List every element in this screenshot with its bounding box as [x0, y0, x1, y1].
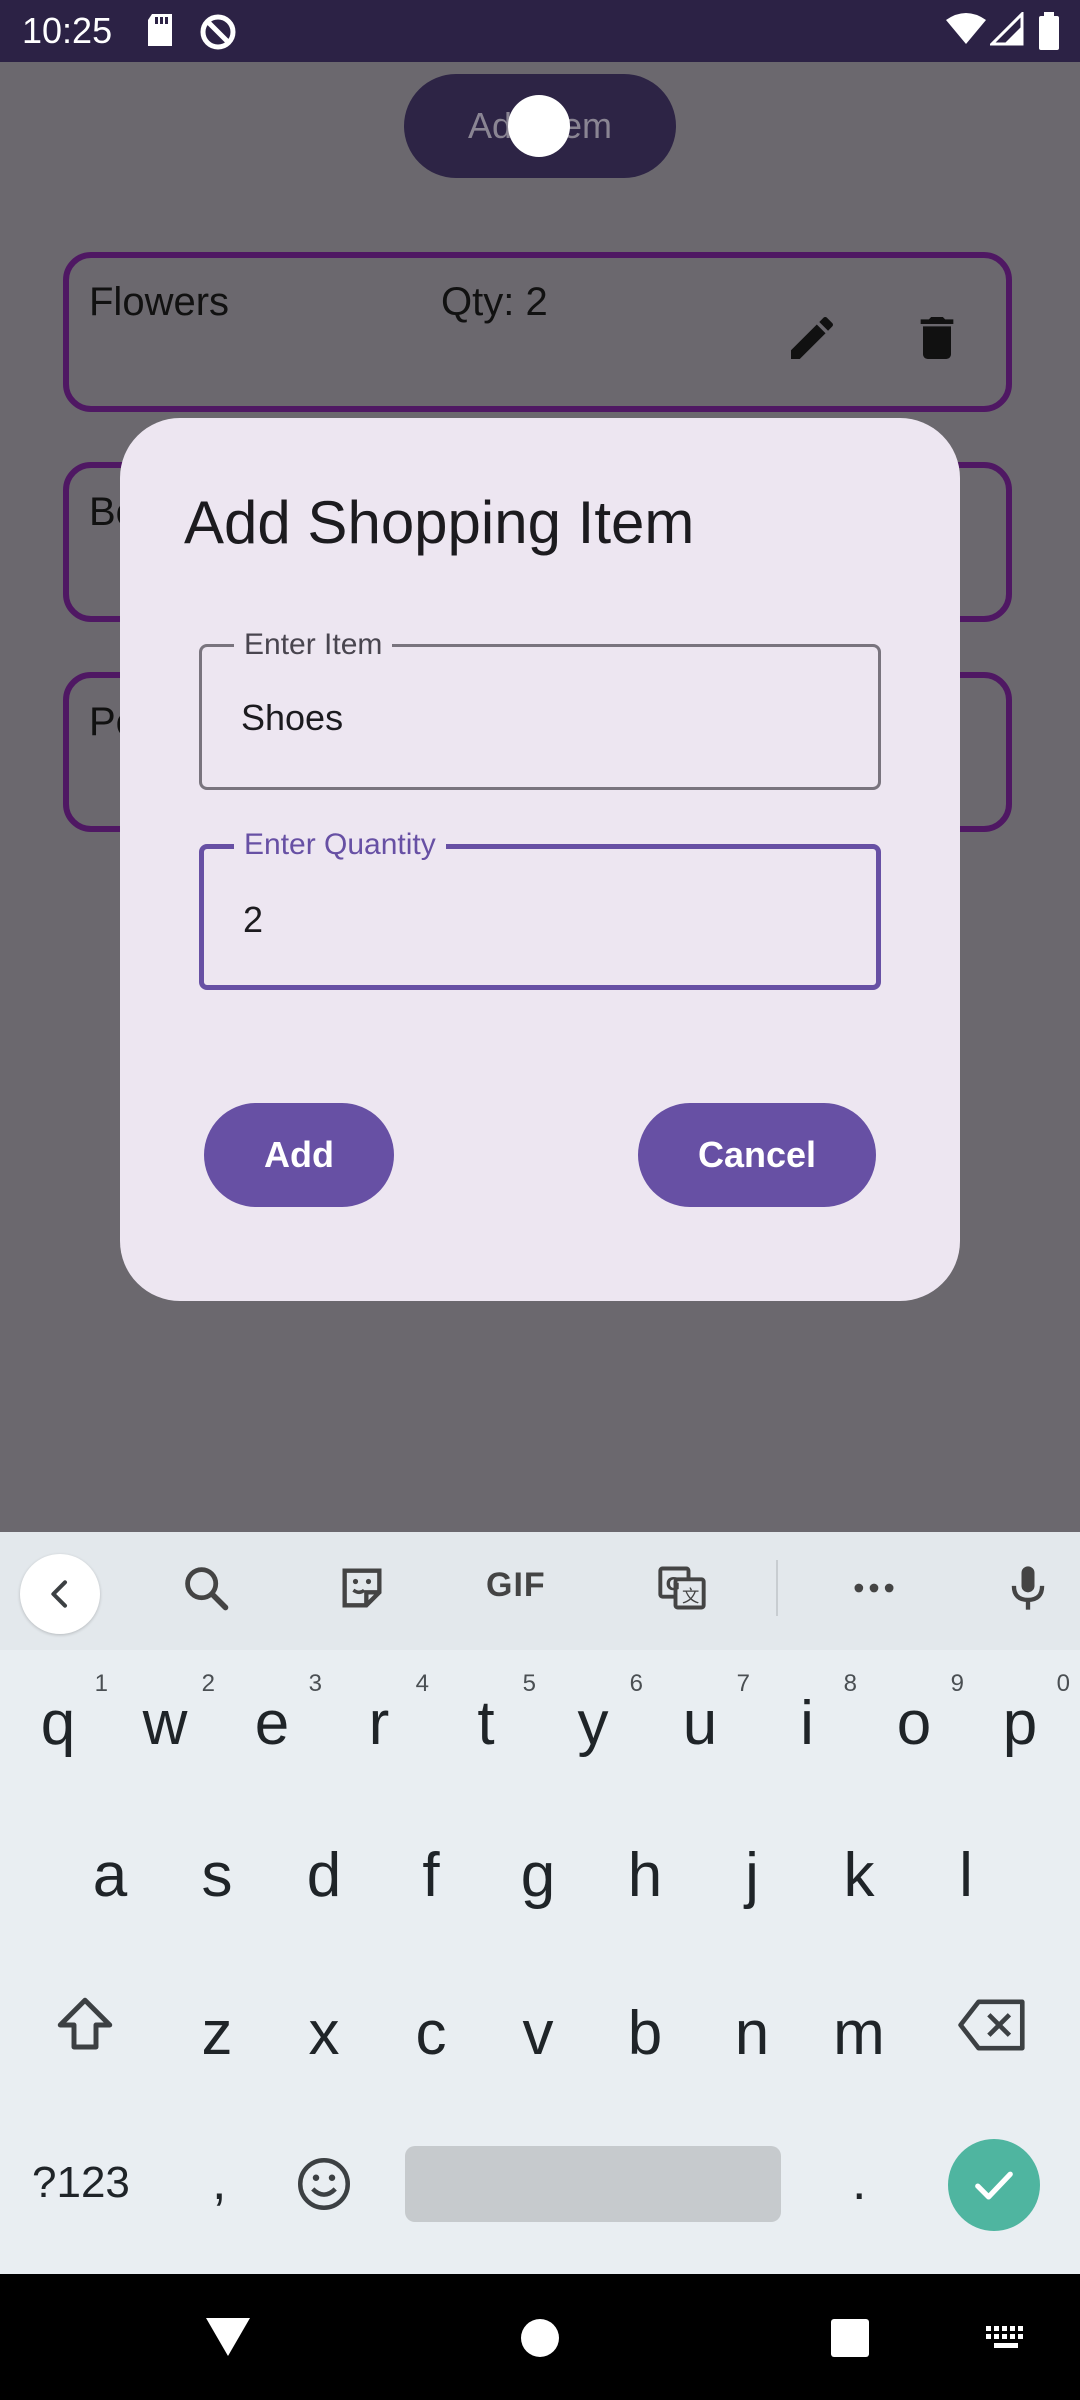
- list-item: Flowers Qty: 2: [63, 252, 1012, 412]
- key-y[interactable]: y6: [543, 1670, 644, 1790]
- wifi-icon: [946, 13, 986, 44]
- search-icon[interactable]: [180, 1562, 232, 1614]
- key-b[interactable]: b: [595, 1980, 695, 2100]
- toolbar-divider: [776, 1560, 778, 1616]
- chevron-left-icon: [51, 1580, 67, 1608]
- key-n[interactable]: n: [702, 1980, 802, 2100]
- key-i[interactable]: i8: [757, 1670, 857, 1790]
- add-item-dialog: Add Shopping Item Enter Item Shoes Enter…: [120, 418, 960, 1301]
- key-u[interactable]: u7: [650, 1670, 750, 1790]
- comma-key[interactable]: ,: [212, 2152, 226, 2212]
- key-d[interactable]: d: [274, 1822, 374, 1942]
- item-quantity: Qty: 2: [441, 280, 548, 324]
- more-icon[interactable]: [848, 1562, 900, 1614]
- backspace-icon[interactable]: [958, 1994, 1030, 2056]
- key-o[interactable]: o9: [864, 1670, 964, 1790]
- key-z[interactable]: z: [167, 1980, 267, 2100]
- quantity-field-label: Enter Quantity: [234, 825, 446, 865]
- delete-icon[interactable]: [909, 310, 965, 366]
- microphone-icon[interactable]: [1002, 1562, 1054, 1614]
- add-button[interactable]: Add: [204, 1103, 394, 1207]
- key-x[interactable]: x: [274, 1980, 374, 2100]
- edit-icon[interactable]: [784, 310, 840, 366]
- key-v[interactable]: v: [488, 1980, 588, 2100]
- back-triangle-icon[interactable]: [204, 2316, 252, 2358]
- signal-icon: [990, 12, 1024, 46]
- check-icon: [975, 2171, 1013, 2200]
- key-a[interactable]: a: [60, 1822, 160, 1942]
- dialog-title: Add Shopping Item: [184, 489, 695, 556]
- soft-keyboard: GIF G 文 q1 w2 e3 r4 t5 y6 u7 i8 o9 p0 a …: [0, 1532, 1080, 2274]
- key-t[interactable]: t5: [436, 1670, 536, 1790]
- status-time: 10:25: [22, 10, 113, 51]
- cancel-button[interactable]: Cancel: [638, 1103, 876, 1207]
- key-j[interactable]: j: [702, 1822, 802, 1942]
- battery-icon: [1039, 12, 1059, 50]
- recents-square-icon[interactable]: [830, 2318, 870, 2358]
- key-c[interactable]: c: [381, 1980, 481, 2100]
- keyboard-back-button[interactable]: [20, 1554, 100, 1634]
- gif-button[interactable]: GIF: [486, 1566, 546, 1605]
- item-field-value: Shoes: [241, 697, 344, 738]
- key-h[interactable]: h: [595, 1822, 695, 1942]
- key-p[interactable]: p0: [970, 1670, 1070, 1790]
- key-w[interactable]: w2: [115, 1670, 215, 1790]
- quantity-field-value: 2: [243, 899, 264, 940]
- emoji-icon[interactable]: [294, 2154, 354, 2214]
- shopping-list-screen: Add Item Flowers Qty: 2 Bo Pe Add Shoppi…: [0, 62, 1080, 1532]
- key-s[interactable]: s: [167, 1822, 267, 1942]
- keyboard-switch-icon[interactable]: [984, 2324, 1030, 2352]
- translate-icon[interactable]: G 文: [656, 1562, 708, 1614]
- sticker-icon[interactable]: [336, 1562, 388, 1614]
- svg-text:G: G: [666, 1575, 680, 1595]
- item-field-label: Enter Item: [234, 625, 393, 665]
- system-nav-bar: [0, 2274, 1080, 2400]
- key-f[interactable]: f: [381, 1822, 481, 1942]
- key-e[interactable]: e3: [222, 1670, 322, 1790]
- period-key[interactable]: .: [852, 2152, 866, 2212]
- key-r[interactable]: r4: [329, 1670, 429, 1790]
- enter-key[interactable]: [948, 2139, 1040, 2231]
- keyboard-toolbar: GIF G 文: [0, 1532, 1080, 1650]
- key-k[interactable]: k: [809, 1822, 909, 1942]
- shift-icon[interactable]: [52, 1992, 118, 2058]
- item-name-field[interactable]: Enter Item Shoes: [199, 625, 881, 790]
- sd-card-icon: [148, 14, 172, 46]
- key-g[interactable]: g: [488, 1822, 588, 1942]
- key-l[interactable]: l: [916, 1822, 1016, 1942]
- item-name: Flowers: [89, 280, 230, 324]
- key-q[interactable]: q1: [8, 1670, 108, 1790]
- quantity-field[interactable]: Enter Quantity 2: [199, 825, 881, 990]
- spacebar[interactable]: [405, 2146, 781, 2222]
- svg-text:文: 文: [682, 1587, 699, 1607]
- home-circle-icon[interactable]: [520, 2318, 560, 2358]
- drag-handle[interactable]: [508, 95, 570, 157]
- data-saver-icon: [200, 14, 236, 50]
- key-m[interactable]: m: [809, 1980, 909, 2100]
- symbols-key[interactable]: ?123: [32, 2158, 130, 2208]
- status-bar: 10:25: [0, 0, 1080, 62]
